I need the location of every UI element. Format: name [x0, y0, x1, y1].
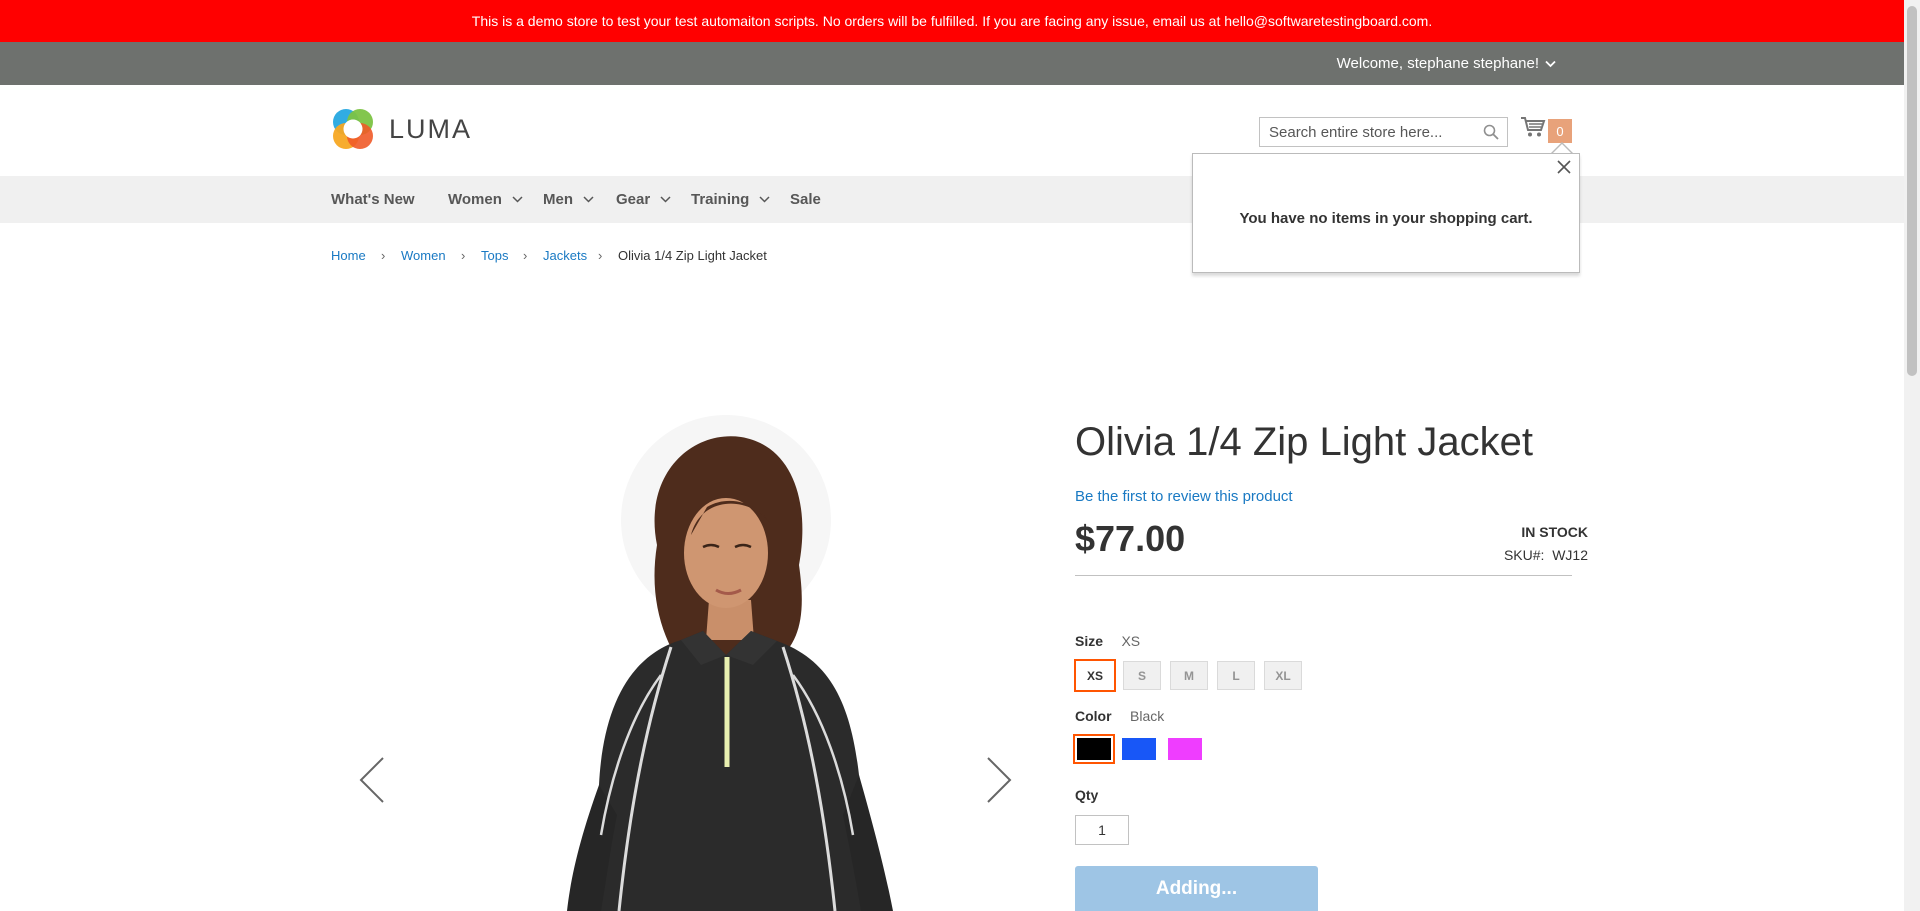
- product-gallery[interactable]: [331, 415, 1031, 911]
- qty-label: Qty: [1075, 787, 1099, 803]
- cart-counter[interactable]: 0: [1548, 119, 1572, 143]
- color-option-black[interactable]: [1073, 734, 1115, 764]
- size-label: Size: [1075, 633, 1104, 649]
- gallery-next-arrow-icon[interactable]: [985, 756, 1013, 804]
- breadcrumb-current: Olivia 1/4 Zip Light Jacket: [618, 248, 767, 263]
- luma-logo-icon: [333, 109, 373, 149]
- breadcrumb-link-jackets[interactable]: Jackets: [543, 248, 587, 263]
- page-scrollbar[interactable]: [1904, 0, 1920, 911]
- breadcrumb-link-home[interactable]: Home: [331, 248, 366, 263]
- color-label: Color: [1075, 708, 1112, 724]
- minicart-empty-message: You have no items in your shopping cart.: [1239, 210, 1533, 227]
- color-attribute: Color Black: [1075, 708, 1164, 726]
- qty-input[interactable]: [1075, 815, 1129, 845]
- size-selected-value: XS: [1121, 633, 1141, 649]
- nav-item-sale[interactable]: Sale: [790, 176, 821, 223]
- search-box: [1259, 117, 1508, 147]
- breadcrumb-link-tops[interactable]: Tops: [481, 248, 508, 263]
- sku-value: WJ12: [1552, 547, 1588, 563]
- breadcrumb-separator-icon: ›: [461, 248, 466, 263]
- add-to-cart-button[interactable]: Adding...: [1075, 866, 1318, 911]
- size-attribute: Size XS: [1075, 633, 1140, 651]
- product-image: [567, 415, 893, 911]
- breadcrumb-separator-icon: ›: [381, 248, 386, 263]
- logo[interactable]: LUMA: [331, 106, 472, 152]
- nav-item-label: Gear: [616, 191, 651, 208]
- size-option-s[interactable]: S: [1123, 661, 1161, 690]
- scrollbar-thumb[interactable]: [1907, 6, 1917, 376]
- search-input[interactable]: [1260, 118, 1488, 146]
- breadcrumb-separator-icon: ›: [523, 248, 528, 263]
- size-option-xs[interactable]: XS: [1074, 659, 1116, 692]
- chevron-down-icon: [583, 196, 594, 203]
- color-option-purple[interactable]: [1168, 738, 1202, 760]
- demo-notice-text: This is a demo store to test your test a…: [471, 13, 1433, 29]
- size-option-xl[interactable]: XL: [1264, 661, 1302, 690]
- size-option-m[interactable]: M: [1170, 661, 1208, 690]
- color-option-blue[interactable]: [1122, 738, 1156, 760]
- main-navigation: What's New Women Men Gear Training Sale: [0, 176, 1904, 223]
- cart-count-number: 0: [1556, 123, 1564, 139]
- chevron-down-icon: [759, 196, 770, 203]
- product-title: Olivia 1/4 Zip Light Jacket: [1075, 420, 1533, 464]
- product-price: $77.00: [1075, 518, 1186, 559]
- nav-item-label: Sale: [790, 191, 821, 208]
- nav-item-label: Training: [691, 191, 750, 208]
- minicart-dropdown: You have no items in your shopping cart.: [1192, 153, 1580, 273]
- size-option-l[interactable]: L: [1217, 661, 1255, 690]
- gallery-prev-arrow-icon[interactable]: [358, 756, 386, 804]
- close-icon[interactable]: [1557, 160, 1571, 174]
- header-panel: Welcome, stephane stephane!: [0, 42, 1904, 85]
- demo-notice-bar: This is a demo store to test your test a…: [0, 0, 1904, 42]
- nav-item-whats-new[interactable]: What's New: [331, 176, 415, 223]
- logo-text: LUMA: [389, 113, 473, 144]
- sku-label: SKU#:: [1503, 547, 1545, 563]
- color-selected-value: Black: [1130, 708, 1165, 724]
- nav-item-label: Women: [448, 191, 502, 208]
- chevron-down-icon: [512, 196, 523, 203]
- divider: [1075, 575, 1572, 576]
- stock-status: In stock: [1521, 524, 1588, 540]
- nav-item-women[interactable]: Women: [448, 176, 523, 223]
- sku-info: SKU#: WJ12: [1504, 547, 1588, 563]
- breadcrumb-link-women[interactable]: Women: [401, 248, 446, 263]
- nav-item-men[interactable]: Men: [543, 176, 594, 223]
- chevron-down-icon: [1545, 60, 1556, 67]
- nav-item-gear[interactable]: Gear: [616, 176, 671, 223]
- nav-item-training[interactable]: Training: [691, 176, 770, 223]
- breadcrumb-separator-icon: ›: [598, 248, 603, 263]
- welcome-message: Welcome, stephane stephane!: [1336, 55, 1539, 72]
- add-to-cart-label: Adding...: [1155, 877, 1238, 899]
- chevron-down-icon: [660, 196, 671, 203]
- review-link[interactable]: Be the first to review this product: [1075, 488, 1293, 505]
- nav-item-label: What's New: [331, 191, 415, 208]
- nav-item-label: Men: [543, 191, 573, 208]
- customer-menu-toggle[interactable]: Welcome, stephane stephane!: [1337, 42, 1556, 85]
- search-icon[interactable]: [1483, 124, 1499, 140]
- cart-icon[interactable]: [1520, 116, 1546, 138]
